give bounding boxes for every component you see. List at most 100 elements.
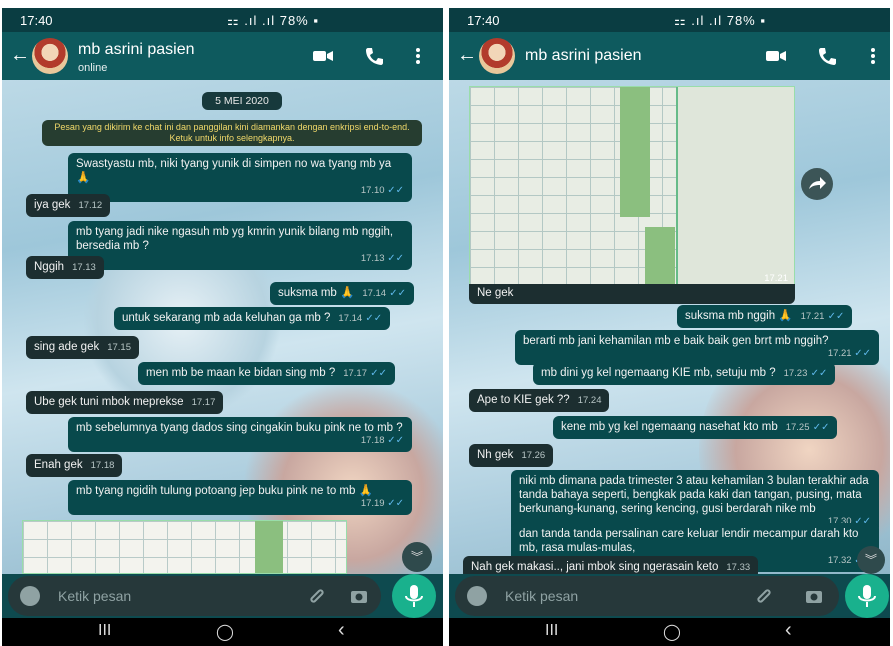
kia-book-photo xyxy=(23,521,346,573)
message-text: mb tyang ngidih tulung potoang jep buku … xyxy=(76,485,373,497)
encryption-notice[interactable]: Pesan yang dikirim ke chat ini dan pangg… xyxy=(42,120,422,146)
message-out[interactable]: mb dini yg kel ngemaang KIE mb, setuju m… xyxy=(533,362,836,385)
message-time: 17.21 xyxy=(827,348,852,359)
message-out[interactable]: berarti mb jani kehamilan mb e baik baik… xyxy=(515,330,879,365)
message-in[interactable]: iya gek 17.12 xyxy=(26,194,111,217)
recent-apps-button[interactable]: III xyxy=(98,622,111,640)
read-tick-icon: ✓✓ xyxy=(387,498,404,509)
message-time: 17.18 xyxy=(360,435,385,446)
read-tick-icon: ✓✓ xyxy=(370,368,387,379)
recent-apps-button[interactable]: III xyxy=(545,622,558,640)
nav-back-button[interactable]: ‹ xyxy=(785,619,792,642)
camera-icon[interactable] xyxy=(805,587,823,605)
message-composer[interactable]: Ketik pesan xyxy=(8,576,381,616)
message-text: mb dini yg kel ngemaang KIE mb, setuju m… xyxy=(541,367,776,379)
status-bar: 17:40 ⚏ .ıl .ıl 78% ▪ xyxy=(449,8,890,32)
message-text: men mb be maan ke bidan sing mb ? xyxy=(146,367,336,379)
chat-area[interactable]: 5 MEI 2020 Pesan yang dikirim ke chat in… xyxy=(2,80,443,574)
message-in[interactable]: Enah gek 17.18 xyxy=(26,454,123,477)
message-in[interactable]: sing ade gek 17.15 xyxy=(26,336,139,359)
status-time: 17:40 xyxy=(467,13,500,28)
message-out[interactable]: kene mb yg kel ngemaang nasehat kto mb 17… xyxy=(553,416,838,439)
voice-message-button[interactable] xyxy=(392,574,436,618)
message-input[interactable]: Ketik pesan xyxy=(58,588,131,604)
home-button[interactable]: ◯ xyxy=(663,622,681,642)
date-divider: 5 MEI 2020 xyxy=(202,92,282,110)
message-in[interactable]: Nah gek makasi.., jani mbok sing ngerasa… xyxy=(463,556,759,574)
message-text: untuk sekarang mb ada keluhan ga mb ? xyxy=(122,312,331,324)
more-options-icon[interactable] xyxy=(869,46,877,66)
home-button[interactable]: ◯ xyxy=(216,622,234,642)
image-attachment[interactable] xyxy=(22,520,347,574)
message-input[interactable]: Ketik pesan xyxy=(505,588,578,604)
message-text: Enah gek xyxy=(34,459,83,471)
emoji-icon[interactable] xyxy=(20,586,40,606)
back-arrow-icon[interactable]: ← xyxy=(457,44,477,67)
message-in[interactable]: Nh gek 17.26 xyxy=(469,444,554,467)
scroll-down-icon[interactable]: ︾ xyxy=(857,546,885,574)
message-time: 17.12 xyxy=(78,200,103,211)
message-time: 17.17 xyxy=(191,397,216,408)
image-attachment[interactable]: 17.21 xyxy=(469,86,795,288)
mic-icon xyxy=(858,585,876,607)
read-tick-icon: ✓✓ xyxy=(387,435,404,446)
message-out[interactable]: suksma mb nggih 🙏 17.21 ✓✓ xyxy=(677,305,853,328)
message-out[interactable]: suksma mb 🙏 17.14 ✓✓ xyxy=(270,282,415,305)
message-in[interactable]: Ne gek xyxy=(469,284,795,304)
read-tick-icon: ✓✓ xyxy=(810,368,828,379)
message-out[interactable]: mb tyang jadi nike ngasuh mb yg kmrin yu… xyxy=(68,221,412,270)
message-text: Ne gek xyxy=(477,287,514,299)
kia-green-column xyxy=(255,521,283,573)
attach-icon[interactable] xyxy=(308,587,326,605)
voice-message-button[interactable] xyxy=(845,574,889,618)
status-signal-battery: ⚏ .ıl .ıl 78% ▪ xyxy=(227,13,319,28)
camera-icon[interactable] xyxy=(350,587,368,605)
message-text: niki mb dimana pada trimester 3 atau keh… xyxy=(519,475,869,515)
message-out[interactable]: men mb be maan ke bidan sing mb ? 17.17 ✓… xyxy=(138,362,395,385)
contact-name[interactable]: mb asrini pasien xyxy=(525,47,642,65)
message-text: Ube gek tuni mbok meprekse xyxy=(34,396,184,408)
message-composer[interactable]: Ketik pesan xyxy=(455,576,839,616)
chat-header: ← mb asrini pasien xyxy=(449,32,890,80)
message-text: mb tyang jadi nike ngasuh mb yg kmrin yu… xyxy=(76,226,394,252)
more-options-icon[interactable] xyxy=(414,46,422,66)
message-in[interactable]: Ape to KIE gek ?? 17.24 xyxy=(469,389,610,412)
voice-call-icon[interactable] xyxy=(817,46,839,66)
kia-green-column xyxy=(620,87,650,217)
read-tick-icon: ✓✓ xyxy=(365,313,383,324)
scroll-down-icon[interactable]: ︾ xyxy=(402,542,432,572)
mic-icon xyxy=(405,585,423,607)
phone-screen-right: 17:40 ⚏ .ıl .ıl 78% ▪ ← mb asrini pasien… xyxy=(449,8,890,646)
avatar[interactable] xyxy=(32,38,68,74)
message-in[interactable]: Ube gek tuni mbok meprekse 17.17 xyxy=(26,391,224,414)
message-text: suksma mb nggih 🙏 xyxy=(685,310,793,322)
message-time: 17.25 xyxy=(785,422,810,433)
nav-back-button[interactable]: ‹ xyxy=(338,619,345,642)
back-arrow-icon[interactable]: ← xyxy=(10,44,30,67)
system-nav-bar: III ◯ ‹ xyxy=(2,618,443,646)
message-time: 17.24 xyxy=(577,395,602,406)
message-text: Ape to KIE gek ?? xyxy=(477,394,570,406)
contact-status: online xyxy=(78,62,108,74)
chat-area[interactable]: 17.21 Ne gek suksma mb nggih 🙏 17.21 ✓✓ b… xyxy=(449,80,890,574)
emoji-icon[interactable] xyxy=(467,586,487,606)
message-out[interactable]: Swastyastu mb, niki tyang yunik di simpe… xyxy=(68,153,412,202)
attach-icon[interactable] xyxy=(755,587,773,605)
video-call-icon[interactable] xyxy=(765,46,787,66)
voice-call-icon[interactable] xyxy=(364,46,386,66)
phone-screen-left: 17:40 ⚏ .ıl .ıl 78% ▪ ← mb asrini pasien… xyxy=(2,8,443,646)
message-out[interactable]: untuk sekarang mb ada keluhan ga mb ? 17.… xyxy=(114,307,391,330)
message-out[interactable]: mb sebelumnya tyang dados sing cingakin … xyxy=(68,417,412,452)
message-text: kene mb yg kel ngemaang nasehat kto mb xyxy=(561,421,778,433)
video-call-icon[interactable] xyxy=(312,46,334,66)
message-in[interactable]: Nggih 17.13 xyxy=(26,256,104,279)
message-out[interactable]: mb tyang ngidih tulung potoang jep buku … xyxy=(68,480,412,515)
read-tick-icon: ✓✓ xyxy=(812,422,830,433)
forward-button[interactable] xyxy=(801,168,833,200)
contact-name[interactable]: mb asrini pasien xyxy=(78,41,195,59)
avatar[interactable] xyxy=(479,38,515,74)
status-signal-battery: ⚏ .ıl .ıl 78% ▪ xyxy=(674,13,766,28)
message-time: 17.21 xyxy=(800,311,825,322)
status-time: 17:40 xyxy=(20,13,53,28)
forward-icon xyxy=(809,177,826,189)
